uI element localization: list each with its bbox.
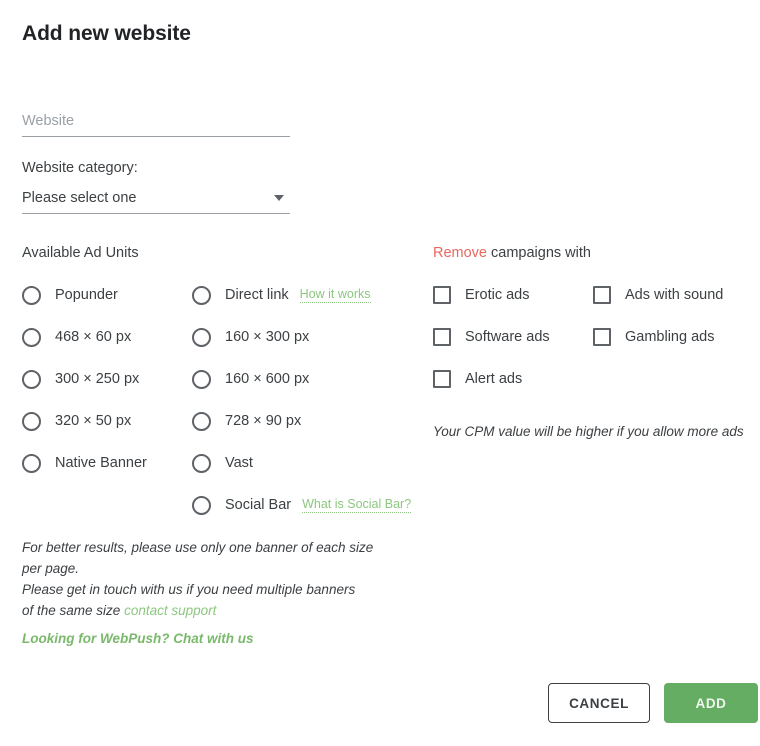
website-field — [22, 112, 290, 137]
how-it-works-link[interactable]: How it works — [299, 287, 371, 304]
ad-unit-option-320x50[interactable]: 320 × 50 px — [22, 409, 147, 433]
checkbox-gambling-ads[interactable]: Gambling ads — [593, 328, 714, 346]
website-category-value: Please select one — [22, 190, 137, 206]
ad-unit-option-direct-link[interactable]: Direct link How it works — [192, 283, 411, 307]
website-category-select[interactable]: Please select one — [22, 190, 290, 214]
ad-unit-option-vast[interactable]: Vast — [192, 451, 411, 475]
remove-campaigns-grid: Erotic ads Ads with sound Software ads G… — [433, 283, 753, 409]
radio-icon[interactable] — [22, 327, 41, 347]
cpm-note: Your CPM value will be higher if you all… — [433, 424, 744, 439]
ad-unit-option-160x600[interactable]: 160 × 600 px — [192, 367, 411, 391]
checkbox-software-ads[interactable]: Software ads — [433, 328, 593, 346]
checkbox-icon[interactable] — [433, 370, 451, 388]
ad-unit-option-468x60[interactable]: 468 × 60 px — [22, 325, 147, 349]
ad-unit-option-728x90[interactable]: 728 × 90 px — [192, 409, 411, 433]
cancel-button[interactable]: CANCEL — [548, 683, 650, 723]
radio-icon[interactable] — [192, 369, 211, 389]
ad-unit-option-300x250[interactable]: 300 × 250 px — [22, 367, 147, 391]
checkbox-label: Software ads — [465, 329, 550, 345]
checkbox-row: Software ads Gambling ads — [433, 325, 753, 349]
checkbox-ads-with-sound[interactable]: Ads with sound — [593, 286, 723, 304]
remove-campaigns-heading: Remove campaigns with — [433, 245, 591, 261]
remove-heading-rest: campaigns with — [487, 245, 591, 261]
ad-unit-label: 160 × 600 px — [225, 371, 310, 387]
contact-support-link[interactable]: contact support — [124, 603, 216, 618]
webpush-chat-link[interactable]: Looking for WebPush? Chat with us — [22, 631, 254, 646]
checkbox-erotic-ads[interactable]: Erotic ads — [433, 286, 593, 304]
ad-unit-label: Popunder — [55, 287, 118, 303]
footer-note-line-3: Please get in touch with us if you need … — [22, 582, 356, 597]
checkbox-row: Alert ads — [433, 367, 753, 391]
radio-icon[interactable] — [192, 453, 211, 473]
radio-icon[interactable] — [192, 411, 211, 431]
checkbox-label: Ads with sound — [625, 287, 724, 303]
radio-icon[interactable] — [192, 285, 211, 305]
footer-note-line-1: For better results, please use only one … — [22, 540, 374, 555]
radio-icon[interactable] — [22, 285, 41, 305]
radio-icon[interactable] — [192, 327, 211, 347]
add-new-website-dialog: Add new website Website category: Please… — [0, 0, 760, 746]
ad-unit-label: 728 × 90 px — [225, 413, 302, 429]
checkbox-label: Erotic ads — [465, 287, 530, 303]
checkbox-alert-ads[interactable]: Alert ads — [433, 370, 593, 388]
ad-units-right-column: Direct link How it works 160 × 300 px 16… — [192, 283, 412, 535]
what-is-social-bar-link[interactable]: What is Social Bar? — [302, 497, 412, 514]
add-button[interactable]: ADD — [664, 683, 758, 723]
checkbox-icon[interactable] — [433, 286, 451, 304]
ad-unit-option-160x300[interactable]: 160 × 300 px — [192, 325, 411, 349]
ad-unit-label: 300 × 250 px — [55, 371, 140, 387]
checkbox-icon[interactable] — [593, 286, 611, 304]
ad-unit-label: Native Banner — [55, 455, 147, 471]
footer-note-line-4-text: of the same size — [22, 603, 125, 618]
checkbox-label: Alert ads — [465, 371, 523, 387]
ad-unit-label: 160 × 300 px — [225, 329, 310, 345]
remove-accent-word: Remove — [433, 245, 487, 261]
ad-unit-option-social-bar[interactable]: Social Bar What is Social Bar? — [192, 493, 412, 517]
chevron-down-icon — [274, 195, 284, 201]
website-category-label: Website category: — [22, 160, 138, 176]
checkbox-label: Gambling ads — [625, 329, 715, 345]
ad-unit-option-native-banner[interactable]: Native Banner — [22, 451, 147, 475]
footer-notes: For better results, please use only one … — [22, 537, 442, 621]
footer-note-line-2: per page. — [22, 561, 80, 576]
ad-unit-label: 320 × 50 px — [55, 413, 132, 429]
radio-icon[interactable] — [22, 411, 41, 431]
checkbox-icon[interactable] — [593, 328, 611, 346]
ad-unit-label: Vast — [225, 455, 253, 471]
ad-unit-label: Social Bar — [225, 497, 292, 513]
ad-units-left-column: Popunder 468 × 60 px 300 × 250 px 320 × … — [22, 283, 147, 493]
footer-note-line-4: of the same size contact support — [22, 600, 442, 621]
available-ad-units-heading: Available Ad Units — [22, 245, 139, 261]
ad-unit-option-popunder[interactable]: Popunder — [22, 283, 147, 307]
radio-icon[interactable] — [192, 495, 211, 515]
ad-unit-label: Direct link — [225, 287, 289, 303]
website-input[interactable] — [22, 113, 290, 137]
checkbox-icon[interactable] — [433, 328, 451, 346]
ad-unit-label: 468 × 60 px — [55, 329, 132, 345]
radio-icon[interactable] — [22, 369, 41, 389]
checkbox-row: Erotic ads Ads with sound — [433, 283, 753, 307]
page-title: Add new website — [22, 22, 191, 45]
radio-icon[interactable] — [22, 453, 41, 473]
